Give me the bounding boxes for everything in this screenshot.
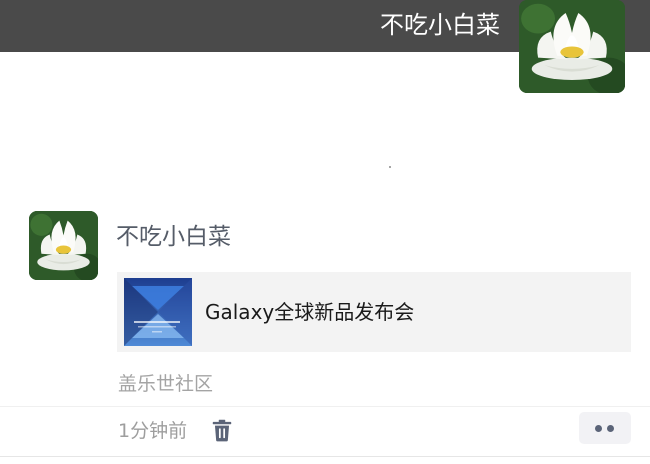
trash-icon: [212, 419, 232, 442]
lotus-avatar-icon: [29, 211, 98, 280]
scroll-dot: [389, 166, 391, 168]
divider: [0, 456, 650, 457]
more-dots-icon: [595, 425, 602, 432]
shared-link-card[interactable]: Galaxy全球新品发布会: [117, 272, 631, 352]
delete-button[interactable]: [209, 417, 235, 443]
post-author-avatar[interactable]: [29, 211, 98, 280]
divider: [0, 406, 650, 407]
lotus-avatar-icon: [519, 0, 625, 93]
post-author-name[interactable]: 不吃小白菜: [116, 220, 231, 254]
galaxy-event-thumbnail-icon: [124, 278, 192, 346]
more-dots-icon: [607, 425, 614, 432]
cover-user-name: 不吃小白菜: [380, 11, 500, 39]
cover-avatar[interactable]: [519, 0, 625, 93]
link-title: Galaxy全球新品发布会: [205, 300, 415, 324]
post-timestamp: 1分钟前: [118, 420, 188, 442]
more-actions-button[interactable]: [579, 412, 631, 444]
post-source[interactable]: 盖乐世社区: [118, 369, 213, 399]
link-thumbnail: [124, 278, 192, 346]
